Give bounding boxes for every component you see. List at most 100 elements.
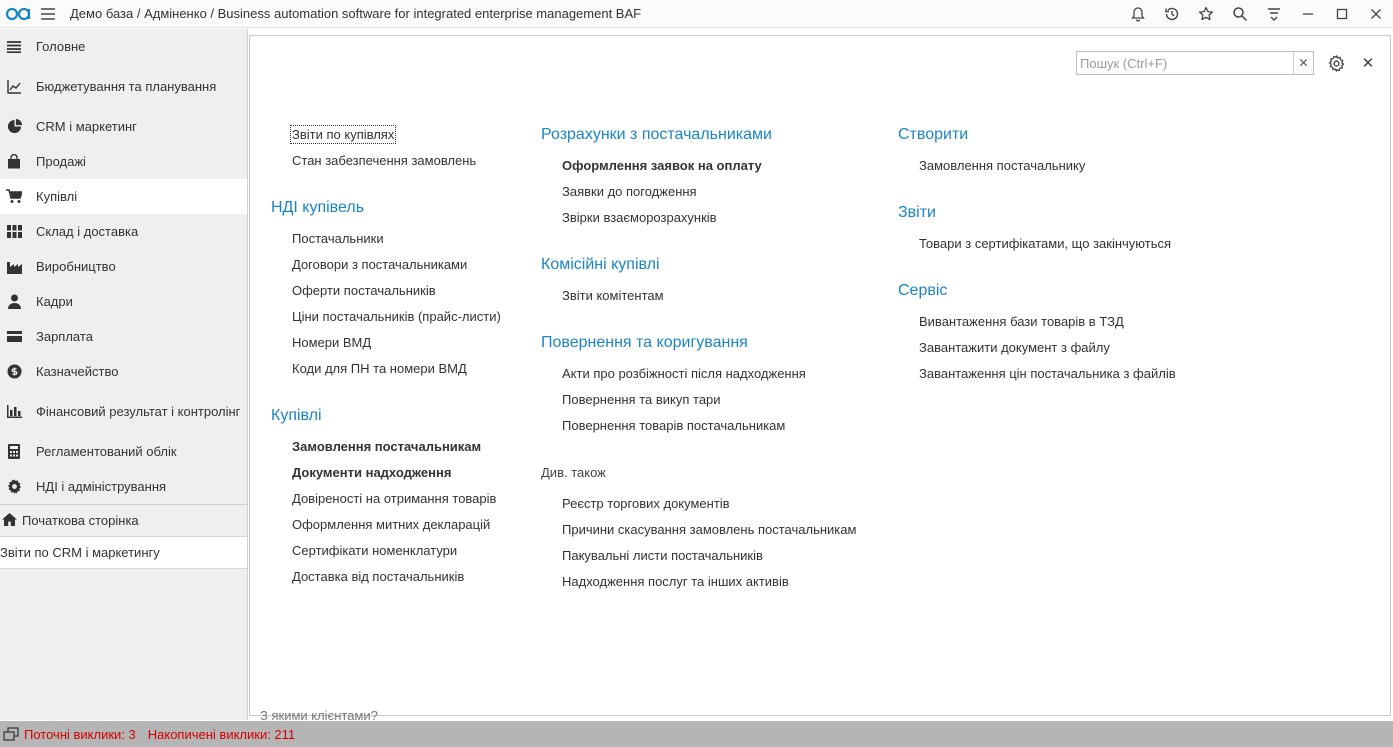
history-icon[interactable] bbox=[1155, 0, 1189, 28]
minimize-icon[interactable] bbox=[1291, 0, 1325, 28]
sidebar-item-main[interactable]: Головне bbox=[0, 29, 247, 64]
maximize-icon[interactable] bbox=[1325, 0, 1359, 28]
current-calls-status: Поточні виклики: 3 bbox=[24, 726, 136, 742]
sidebar-item-crm[interactable]: CRM і маркетинг bbox=[0, 109, 247, 144]
sidebar-item-label: Фінансовий результат і контролінг bbox=[36, 403, 241, 419]
sidebar-item-label: НДІ і адміністрування bbox=[36, 479, 167, 494]
link-pn-codes[interactable]: Коди для ПН та номери ВМД bbox=[271, 356, 501, 382]
sidebar-item-sales[interactable]: Продажі bbox=[0, 144, 247, 179]
sidebar-item-label: Казначейство bbox=[36, 364, 119, 379]
windows-icon[interactable] bbox=[0, 727, 22, 741]
sidebar-item-label: Продажі bbox=[36, 154, 86, 169]
search-input[interactable] bbox=[1077, 52, 1293, 74]
sidebar-open-window-crm-reports[interactable]: Звіти по CRM і маркетингу bbox=[0, 537, 247, 569]
clear-search-icon[interactable]: ✕ bbox=[1293, 52, 1313, 74]
group-title-ndi[interactable]: НДІ купівель bbox=[271, 195, 501, 221]
link-receipt-documents[interactable]: Документи надходження bbox=[271, 460, 501, 486]
link-create-supplier-order[interactable]: Замовлення постачальнику bbox=[898, 153, 1176, 179]
factory-icon bbox=[6, 259, 22, 275]
sidebar-item-warehouse[interactable]: Склад і доставка bbox=[0, 214, 247, 249]
link-services-receipt[interactable]: Надходження послуг та інших активів bbox=[541, 569, 856, 595]
sidebar-item-salary[interactable]: Зарплата bbox=[0, 319, 247, 354]
link-load-supplier-prices[interactable]: Завантаження цін постачальника з файлів bbox=[898, 361, 1176, 387]
link-container-returns[interactable]: Повернення та викуп тари bbox=[541, 387, 856, 413]
search-icon[interactable] bbox=[1223, 0, 1257, 28]
link-packing-lists[interactable]: Пакувальні листи постачальників bbox=[541, 543, 856, 569]
group-title-returns[interactable]: Повернення та коригування bbox=[541, 330, 856, 356]
link-supplier-contracts[interactable]: Договори з постачальниками bbox=[271, 252, 501, 278]
settings-list-icon[interactable] bbox=[1257, 0, 1291, 28]
settings-gear-icon[interactable] bbox=[1326, 53, 1346, 73]
bell-icon[interactable] bbox=[1121, 0, 1155, 28]
sidebar: Головне Бюджетування та планування CRM і… bbox=[0, 29, 248, 720]
link-payment-requests[interactable]: Оформлення заявок на оплату bbox=[541, 153, 856, 179]
group-title-reports[interactable]: Звіти bbox=[898, 200, 1176, 226]
sidebar-item-budgeting[interactable]: Бюджетування та планування bbox=[0, 64, 247, 109]
link-trade-documents-register[interactable]: Реєстр торгових документів bbox=[541, 491, 856, 517]
cart-icon bbox=[6, 189, 22, 205]
column-3: Створити Замовлення постачальнику Звіти … bbox=[898, 122, 1176, 387]
status-bar: Поточні виклики: 3 Накопичені виклики: 2… bbox=[0, 721, 1393, 747]
sidebar-item-treasury[interactable]: Казначейство bbox=[0, 354, 247, 389]
open-window-label: Звіти по CRM і маркетингу bbox=[0, 545, 160, 560]
sidebar-home-label: Початкова сторінка bbox=[22, 513, 139, 528]
sidebar-item-purchases[interactable]: Купівлі bbox=[0, 179, 247, 214]
coin-icon bbox=[6, 364, 22, 380]
link-requests-for-approval[interactable]: Заявки до погодження bbox=[541, 179, 856, 205]
link-supplier-prices[interactable]: Ціни постачальників (прайс-листи) bbox=[271, 304, 501, 330]
sidebar-item-label: CRM і маркетинг bbox=[36, 119, 137, 134]
bar-chart-icon bbox=[6, 404, 22, 420]
sidebar-item-admin[interactable]: НДІ і адміністрування bbox=[0, 469, 247, 504]
sidebar-item-hr[interactable]: Кадри bbox=[0, 284, 247, 319]
link-supplier-orders[interactable]: Замовлення постачальникам bbox=[271, 434, 501, 460]
link-order-supply-status[interactable]: Стан забезпечення замовлень bbox=[271, 148, 501, 174]
chart-line-icon bbox=[6, 79, 22, 95]
group-title-create[interactable]: Створити bbox=[898, 122, 1176, 148]
warehouse-grid-icon bbox=[6, 224, 22, 240]
window-title: Демо база / Адміненко / Business automat… bbox=[70, 6, 642, 21]
link-supplier-offers[interactable]: Оферти постачальників bbox=[271, 278, 501, 304]
link-suppliers[interactable]: Постачальники bbox=[271, 226, 501, 252]
link-supplier-returns[interactable]: Повернення товарів постачальникам bbox=[541, 413, 856, 439]
title-bar: Демо база / Адміненко / Business automat… bbox=[0, 0, 1393, 28]
group-title-commission[interactable]: Комісійні купівлі bbox=[541, 252, 856, 278]
person-icon bbox=[6, 294, 22, 310]
link-discrepancy-acts[interactable]: Акти про розбіжності після надходження bbox=[541, 361, 856, 387]
sidebar-item-accounting[interactable]: Регламентований облік bbox=[0, 434, 247, 469]
star-icon[interactable] bbox=[1189, 0, 1223, 28]
group-title-purchases[interactable]: Купівлі bbox=[271, 403, 501, 429]
sidebar-item-production[interactable]: Виробництво bbox=[0, 249, 247, 284]
link-export-to-tsd[interactable]: Вивантаження бази товарів в ТЗД bbox=[898, 309, 1176, 335]
sidebar-item-financial-result[interactable]: Фінансовий результат і контролінг bbox=[0, 389, 247, 434]
column-2: Розрахунки з постачальниками Оформлення … bbox=[541, 122, 856, 595]
link-vmd-numbers[interactable]: Номери ВМД bbox=[271, 330, 501, 356]
home-icon bbox=[2, 512, 17, 529]
link-reconciliations[interactable]: Звірки взаєморозрахунків bbox=[541, 205, 856, 231]
group-title-service[interactable]: Сервіс bbox=[898, 278, 1176, 304]
link-expiring-certificates[interactable]: Товари з сертифікатами, що закінчуються bbox=[898, 231, 1176, 257]
sidebar-item-label: Купівлі bbox=[36, 189, 78, 204]
link-consignor-reports[interactable]: Звіти комітентам bbox=[541, 283, 856, 309]
link-order-cancellation-reasons[interactable]: Причини скасування замовлень постачальни… bbox=[541, 517, 856, 543]
group-title-settlements[interactable]: Розрахунки з постачальниками bbox=[541, 122, 856, 148]
link-powers-of-attorney[interactable]: Довіреності на отримання товарів bbox=[271, 486, 501, 512]
sidebar-item-label: Регламентований облік bbox=[36, 444, 177, 459]
link-customs-declarations[interactable]: Оформлення митних декларацій bbox=[271, 512, 501, 538]
main-panel: ✕ ✕ Звіти по купівлях Стан забезпечення … bbox=[249, 35, 1391, 716]
sidebar-item-label: Виробництво bbox=[36, 259, 116, 274]
search-box: ✕ bbox=[1076, 51, 1314, 75]
card-icon bbox=[6, 329, 22, 345]
shopping-bag-icon bbox=[6, 154, 22, 170]
close-icon[interactable] bbox=[1359, 0, 1393, 28]
gear-icon bbox=[6, 479, 22, 495]
link-purchase-reports[interactable]: Звіти по купівлях bbox=[271, 122, 501, 148]
link-supplier-delivery[interactable]: Доставка від постачальників bbox=[271, 564, 501, 590]
app-logo-icon[interactable] bbox=[2, 0, 36, 28]
column-1: Звіти по купівлях Стан забезпечення замо… bbox=[271, 122, 501, 590]
link-load-document-from-file[interactable]: Завантажити документ з файлу bbox=[898, 335, 1176, 361]
close-panel-icon[interactable]: ✕ bbox=[1358, 53, 1378, 73]
sidebar-home-link[interactable]: Початкова сторінка bbox=[0, 505, 247, 537]
menu-icon bbox=[6, 39, 22, 55]
main-menu-icon[interactable] bbox=[36, 0, 60, 28]
link-item-certificates[interactable]: Сертифікати номенклатури bbox=[271, 538, 501, 564]
